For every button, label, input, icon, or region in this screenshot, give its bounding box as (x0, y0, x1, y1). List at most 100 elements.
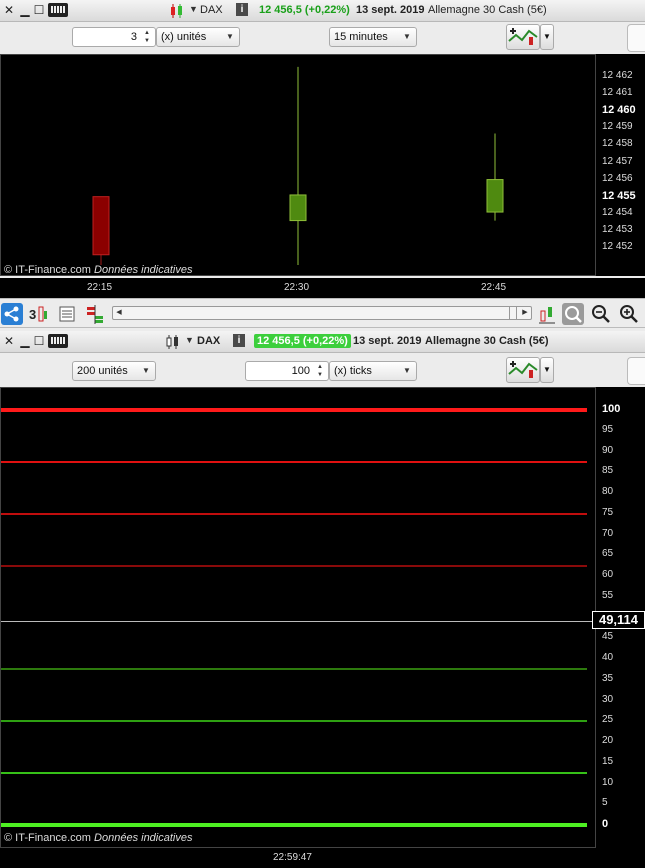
chevron-down-icon: ▼ (403, 366, 411, 375)
instrument-description: Allemagne 30 Cash (5€) (428, 4, 547, 16)
minimize-icon[interactable]: ▁ (18, 334, 32, 348)
chart-tools-button[interactable]: ▼ (506, 24, 554, 50)
keyboard-icon[interactable] (48, 3, 68, 17)
time-axis[interactable]: 22:59:47 (0, 848, 645, 868)
units-stepper[interactable]: 3 ▲ ▼ (72, 27, 156, 47)
date-label: 13 sept. 2019 (353, 335, 422, 347)
time-axis[interactable]: 22:15 22:30 22:45 (0, 278, 645, 298)
chevron-down-icon[interactable]: ▼ (540, 357, 554, 383)
indicator-tick-label: 85 (602, 465, 614, 477)
level-line-12_5 (1, 772, 587, 775)
symbol-label[interactable]: DAX (200, 4, 223, 16)
indicator-tick-label: 30 (602, 693, 614, 705)
level-line-75 (1, 512, 587, 515)
timeframe-select[interactable]: 15 minutes ▼ (329, 27, 417, 47)
price-tick-label: 12 454 (602, 206, 633, 218)
indicator-tick-label: 60 (602, 569, 614, 580)
price-tick-label: 12 462 (602, 70, 633, 82)
indicator-tick-label: 80 (602, 486, 614, 497)
candlestick-plot (92, 66, 504, 265)
indicator-icon[interactable]: 3 (27, 303, 49, 325)
close-icon[interactable]: ✕ (2, 3, 16, 17)
candle-2245[interactable] (486, 133, 504, 221)
scroll-left-arrow[interactable]: ◀ (113, 307, 125, 319)
minimize-icon[interactable]: ▁ (18, 3, 32, 17)
level-line-100 (1, 408, 587, 412)
zoom-in-icon[interactable] (618, 303, 640, 325)
info-icon[interactable]: i (233, 334, 245, 347)
chart-credit: © IT-Finance.com Données indicatives (4, 832, 193, 844)
price-tick-label: 12 456 (602, 172, 633, 184)
time-tick-label: 22:15 (87, 282, 113, 293)
stepper-arrows[interactable]: ▲ ▼ (141, 29, 153, 45)
price-tick-label: 12 458 (602, 138, 633, 150)
indicator-tick-label: 45 (602, 631, 614, 643)
ticks-select[interactable]: (x) ticks ▼ (329, 361, 417, 381)
indicator-tick-label: 90 (602, 444, 614, 456)
time-tick-label: 22:45 (481, 282, 507, 293)
instrument-description: Allemagne 30 Cash (5€) (425, 335, 549, 347)
price-axis[interactable]: 12 462 12 461 12 460 12 459 12 458 12 457 12 4… (596, 54, 645, 276)
level-line-62_5 (1, 564, 587, 567)
ticks-stepper[interactable]: 100 ▲ ▼ (245, 361, 329, 381)
zoom-area-icon[interactable] (562, 303, 584, 325)
date-label: 13 sept. 2019 (356, 4, 425, 16)
candle-2215[interactable] (92, 196, 110, 265)
list-icon[interactable] (56, 303, 78, 325)
maximize-icon[interactable]: ☐ (32, 334, 46, 348)
scroll-right-arrow[interactable]: ▶ (519, 307, 531, 319)
indicator-tick-label: 20 (602, 735, 614, 746)
keyboard-icon[interactable] (48, 334, 68, 348)
symbol-dropdown-caret[interactable]: ▼ (189, 4, 198, 14)
zoom-out-icon[interactable] (590, 303, 612, 325)
chevron-down-icon: ▼ (142, 366, 150, 375)
indicator-tick-label: 75 (602, 506, 614, 518)
candle-body (486, 179, 504, 213)
indicator-tick-label: 95 (602, 423, 614, 435)
price-chart[interactable]: © IT-Finance.com Données indicatives (0, 54, 596, 276)
chevron-down-icon: ▼ (226, 32, 234, 41)
current-value-line (1, 621, 597, 623)
indicator-tick-label: 40 (602, 652, 614, 663)
time-tick-label: 22:30 (284, 282, 310, 293)
info-icon[interactable]: i (236, 3, 248, 16)
bottom-toolbar: 200 unités ▼ 100 ▲ ▼ (x) ticks ▼ ▼ (0, 355, 645, 387)
level-line-37_5 (1, 668, 587, 671)
candlestick-icon[interactable] (170, 3, 184, 19)
candle-2230[interactable] (289, 66, 307, 265)
order-book-icon[interactable] (84, 303, 106, 325)
indicator-tick-label: 0 (602, 818, 609, 830)
top-toolbar: 3 ▲ ▼ (x) unités ▼ 15 minutes ▼ ▼ (0, 22, 645, 54)
indicator-chart[interactable]: © IT-Finance.com Données indicatives (0, 387, 597, 848)
chart-tools-icon (508, 361, 538, 378)
indicator-tick-label: 70 (602, 527, 614, 539)
candle-body (92, 196, 110, 256)
units-select[interactable]: 200 unités ▼ (72, 361, 156, 381)
level-line-0 (1, 823, 587, 827)
share-icon[interactable] (1, 303, 23, 325)
units-select[interactable]: (x) unités ▼ (156, 27, 240, 47)
chart-navigation-bar: 3 ◀ ▶ (0, 298, 645, 328)
time-label: 22:59:47 (273, 852, 312, 863)
price-label: 12 456,5 (+0,22%) (254, 334, 351, 348)
maximize-icon[interactable]: ☐ (32, 3, 46, 17)
indicator-tick-label: 5 (602, 797, 608, 809)
indicator-tick-label: 65 (602, 548, 614, 560)
auto-scale-icon[interactable] (536, 303, 558, 325)
side-panel-toggle[interactable] (627, 24, 645, 52)
price-label: 12 456,5 (+0,22%) (259, 4, 350, 16)
close-icon[interactable]: ✕ (2, 334, 16, 348)
chevron-down-icon[interactable]: ▼ (540, 24, 554, 50)
side-panel-toggle[interactable] (627, 357, 645, 385)
symbol-label[interactable]: DAX (197, 335, 220, 347)
price-tick-label: 12 461 (602, 87, 633, 99)
symbol-dropdown-caret[interactable]: ▼ (185, 335, 194, 345)
chart-credit: © IT-Finance.com Données indicatives (4, 264, 193, 276)
scroll-thumb[interactable] (509, 307, 517, 319)
price-tick-label: 12 453 (602, 223, 633, 235)
chart-tools-button[interactable]: ▼ (506, 357, 554, 383)
chart-tools-icon (508, 28, 538, 45)
chart-scrollbar[interactable]: ◀ ▶ (112, 306, 532, 320)
candlestick-icon[interactable] (166, 334, 180, 350)
stepper-arrows[interactable]: ▲ ▼ (314, 363, 326, 379)
